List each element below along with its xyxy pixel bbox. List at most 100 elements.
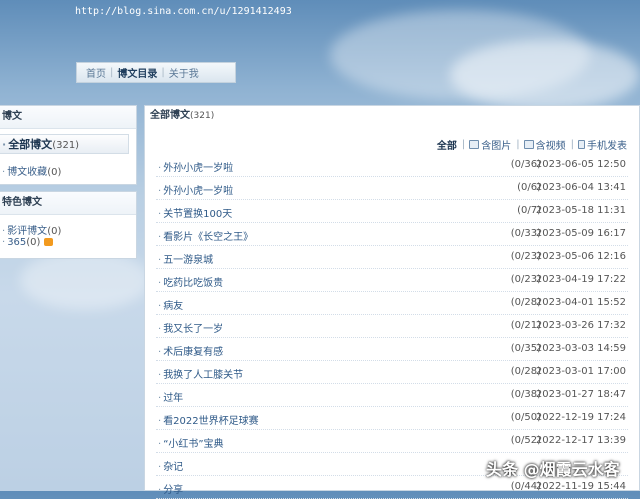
article-list-count: (321) — [190, 111, 215, 121]
article-title-link[interactable]: · 吃药比吃饭贵 — [158, 274, 223, 289]
post-date: 2022-12-17 13:39 — [535, 435, 626, 446]
category-favorites[interactable]: · 博文收藏(0) — [2, 163, 61, 178]
article-list-title: 全部博文(321) — [145, 106, 639, 126]
filter-pictures-label: 含图片 — [481, 141, 512, 152]
post-date: 2023-01-27 18:47 — [535, 389, 626, 400]
blog-url[interactable]: http://blog.sina.com.cn/u/1291412493 — [75, 6, 292, 17]
bullet: · — [2, 226, 6, 237]
filter-separator: | — [516, 139, 520, 150]
article-title: 术后康复有感 — [163, 347, 224, 358]
table-row: · 外孙小虎一岁啦 (0/6) 2023-06-04 13:41 — [156, 177, 628, 200]
category-365-count: (0) — [26, 237, 41, 248]
rss-icon[interactable] — [44, 238, 54, 246]
article-title-link[interactable]: · 过年 — [158, 389, 183, 404]
table-row: · 我又长了一岁 (0/21) 2023-03-26 17:32 — [156, 315, 628, 338]
nav-article-list[interactable]: 博文目录 — [113, 65, 161, 80]
article-title: 外孙小虎一岁啦 — [163, 163, 234, 174]
article-title-link[interactable]: · 看2022世界杯足球赛 — [158, 412, 259, 427]
bullet: · — [2, 138, 7, 151]
article-title: 我换了人工膝关节 — [163, 370, 244, 381]
article-title: 杂记 — [163, 462, 184, 473]
filter-separator: | — [570, 139, 574, 150]
article-title-link[interactable]: · 看影片《长空之王》 — [158, 228, 253, 243]
top-nav: 首页 | 博文目录 | 关于我 — [76, 62, 236, 83]
bullet: · — [158, 416, 162, 427]
post-date: 2023-03-26 17:32 — [535, 320, 626, 331]
article-title-link[interactable]: · 关节置换100天 — [158, 205, 232, 220]
bullet: · — [158, 278, 162, 289]
bullet: · — [158, 232, 162, 243]
bullet: · — [158, 324, 162, 335]
article-title-link[interactable]: · 我换了人工膝关节 — [158, 366, 243, 381]
bullet: · — [158, 186, 162, 197]
watermark: 头条 @烟霞云水客 — [486, 460, 620, 479]
background-cloud — [450, 40, 640, 110]
filter-mobile-label: 手机发表 — [587, 141, 627, 152]
article-title-link[interactable]: · 我又长了一岁 — [158, 320, 223, 335]
article-title: 外孙小虎一岁啦 — [163, 186, 234, 197]
articles-panel: 博文 · 全部博文(321) · 博文收藏(0) — [0, 105, 137, 185]
special-panel-title: 特色博文 — [0, 192, 136, 215]
filter-all[interactable]: 全部 — [437, 137, 457, 152]
post-date: 2023-06-04 13:41 — [535, 182, 626, 193]
nav-home[interactable]: 首页 — [82, 65, 110, 80]
article-title-link[interactable]: · 术后康复有感 — [158, 343, 223, 358]
article-title-link[interactable]: · “小红书”宝典 — [158, 435, 224, 450]
table-row: · 病友 (0/28) 2023-04-01 15:52 — [156, 292, 628, 315]
article-title: 我又长了一岁 — [163, 324, 224, 335]
bullet: · — [158, 301, 162, 312]
post-date: 2022-11-19 15:44 — [535, 481, 626, 492]
post-date: 2023-04-01 15:52 — [535, 297, 626, 308]
bullet: · — [158, 370, 162, 381]
article-list-panel: 全部博文(321) 全部 | 含图片 | 含视频 | 手机发表 · 外孙小虎一岁啦… — [144, 105, 640, 499]
article-title-link[interactable]: · 外孙小虎一岁啦 — [158, 159, 233, 174]
special-articles-panel: 特色博文 · 影评博文(0) · 365(0) — [0, 191, 137, 259]
post-date: 2022-12-19 17:24 — [535, 412, 626, 423]
category-all[interactable]: · 全部博文(321) — [0, 134, 129, 154]
article-list-title-text: 全部博文 — [150, 110, 190, 121]
post-date: 2023-06-05 12:50 — [535, 159, 626, 170]
article-title-link[interactable]: · 杂记 — [158, 458, 183, 473]
category-favorites-label: 博文收藏 — [7, 167, 48, 178]
category-365-label: 365 — [7, 237, 27, 248]
article-title: 看影片《长空之王》 — [163, 232, 254, 243]
bullet: · — [158, 255, 162, 266]
post-date: 2023-03-01 17:00 — [535, 366, 626, 377]
article-title: 吃药比吃饭贵 — [163, 278, 224, 289]
category-film-review[interactable]: · 影评博文(0) — [2, 222, 61, 237]
category-365[interactable]: · 365(0) — [2, 237, 54, 248]
filter-video[interactable]: 含视频 — [523, 137, 566, 152]
table-row: · 看2022世界杯足球赛 (0/50) 2022-12-19 17:24 — [156, 407, 628, 430]
table-row: · “小红书”宝典 (0/52) 2022-12-17 13:39 — [156, 430, 628, 453]
category-all-label: 全部博文 — [8, 138, 53, 151]
article-title: 过年 — [163, 393, 184, 404]
bullet: · — [158, 439, 162, 450]
bullet: · — [158, 347, 162, 358]
article-title-link[interactable]: · 病友 — [158, 297, 183, 312]
nav-about[interactable]: 关于我 — [165, 65, 203, 80]
articles-panel-title: 博文 — [0, 106, 136, 129]
filter-mobile[interactable]: 手机发表 — [578, 137, 627, 152]
film-review-count: (0) — [47, 226, 62, 237]
bullet: · — [158, 462, 162, 473]
article-title-link[interactable]: · 五一游泉城 — [158, 251, 213, 266]
filter-video-label: 含视频 — [535, 141, 566, 152]
table-row: · 看影片《长空之王》 (0/33) 2023-05-09 16:17 — [156, 223, 628, 246]
post-date: 2023-03-03 14:59 — [535, 343, 626, 354]
filter-bar: 全部 | 含图片 | 含视频 | 手机发表 — [433, 137, 627, 152]
table-row: · 我换了人工膝关节 (0/28) 2023-03-01 17:00 — [156, 361, 628, 384]
bullet: · — [158, 393, 162, 404]
article-title: 关节置换100天 — [163, 209, 233, 220]
article-title: 病友 — [163, 301, 184, 312]
post-date: 2023-05-09 16:17 — [535, 228, 626, 239]
post-date: 2023-04-19 17:22 — [535, 274, 626, 285]
bullet: · — [158, 163, 162, 174]
category-favorites-count: (0) — [47, 167, 62, 178]
article-title: 看2022世界杯足球赛 — [163, 416, 259, 427]
film-review-label: 影评博文 — [7, 226, 48, 237]
filter-pictures[interactable]: 含图片 — [469, 137, 511, 152]
article-title-link[interactable]: · 外孙小虎一岁啦 — [158, 182, 233, 197]
category-all-count: (321) — [52, 140, 80, 151]
article-title-link[interactable]: · 分享 — [158, 481, 183, 496]
table-row: · 吃药比吃饭贵 (0/23) 2023-04-19 17:22 — [156, 269, 628, 292]
